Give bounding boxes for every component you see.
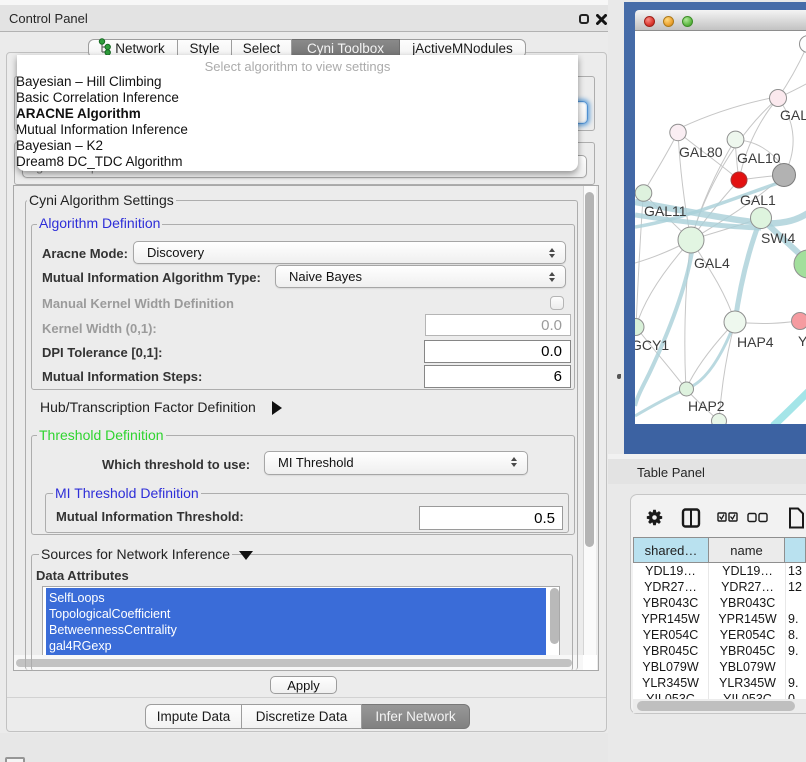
svg-text:GAL1: GAL1 — [740, 192, 776, 208]
svg-text:Y: Y — [798, 333, 806, 349]
svg-text:HAP4: HAP4 — [737, 334, 774, 350]
svg-text:GAL11: GAL11 — [644, 203, 687, 219]
svg-text:GAL4: GAL4 — [694, 255, 730, 271]
svg-text:HAP2: HAP2 — [688, 398, 725, 414]
svg-text:GCY1: GCY1 — [635, 337, 669, 353]
svg-text:GAL: GAL — [780, 107, 806, 123]
svg-text:GAL10: GAL10 — [737, 150, 781, 166]
svg-text:GAL80: GAL80 — [679, 144, 723, 160]
svg-text:SWI4: SWI4 — [761, 230, 795, 246]
